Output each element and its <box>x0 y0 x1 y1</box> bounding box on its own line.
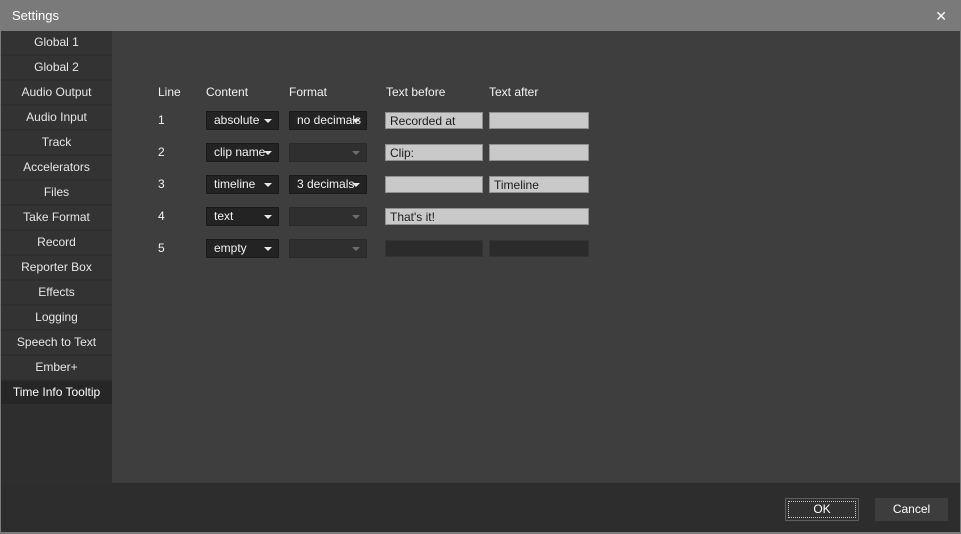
settings-dialog: Settings ✕ Global 1 Global 2 Audio Outpu… <box>0 0 961 534</box>
sidebar-item-effects[interactable]: Effects <box>1 281 112 304</box>
ok-button[interactable]: OK <box>785 498 859 521</box>
text-before-input-wide[interactable] <box>385 208 589 225</box>
format-dropdown-value: 3 decimals <box>297 177 354 191</box>
text-before-input[interactable] <box>385 144 483 161</box>
content-dropdown[interactable]: text <box>206 207 279 226</box>
chevron-down-icon <box>352 119 360 123</box>
text-after-input-disabled <box>489 240 589 257</box>
dialog-footer: OK Cancel <box>1 483 960 532</box>
table-row: 4 text <box>112 207 960 229</box>
content-dropdown-value: clip name <box>214 145 265 159</box>
format-dropdown-disabled <box>289 207 367 226</box>
sidebar-item-track[interactable]: Track <box>1 131 112 154</box>
title-bar: Settings ✕ <box>1 0 960 31</box>
chevron-down-icon <box>264 215 272 219</box>
sidebar-item-ember[interactable]: Ember+ <box>1 356 112 379</box>
sidebar-item-accelerators[interactable]: Accelerators <box>1 156 112 179</box>
sidebar-item-record[interactable]: Record <box>1 231 112 254</box>
content-dropdown[interactable]: absolute <box>206 111 279 130</box>
format-dropdown[interactable]: no decimals <box>289 111 367 130</box>
sidebar-item-take-format[interactable]: Take Format <box>1 206 112 229</box>
line-number: 3 <box>158 177 165 191</box>
window-title: Settings <box>12 8 59 23</box>
chevron-down-icon <box>264 183 272 187</box>
sidebar-item-time-info-tooltip[interactable]: Time Info Tooltip <box>1 381 112 404</box>
sidebar-item-files[interactable]: Files <box>1 181 112 204</box>
text-before-input[interactable] <box>385 176 483 193</box>
table-row: 1 absolute no decimals <box>112 111 960 133</box>
close-icon[interactable]: ✕ <box>935 9 947 23</box>
content-dropdown[interactable]: timeline <box>206 175 279 194</box>
format-dropdown[interactable]: 3 decimals <box>289 175 367 194</box>
line-number: 1 <box>158 113 165 127</box>
column-header-text-before: Text before <box>386 85 445 99</box>
text-after-input[interactable] <box>489 176 589 193</box>
content-dropdown-value: timeline <box>214 177 255 191</box>
column-header-format: Format <box>289 85 327 99</box>
chevron-down-icon <box>352 183 360 187</box>
chevron-down-icon <box>264 247 272 251</box>
text-before-input-disabled <box>385 240 483 257</box>
sidebar-item-speech-to-text[interactable]: Speech to Text <box>1 331 112 354</box>
chevron-down-icon <box>264 119 272 123</box>
format-dropdown-disabled <box>289 143 367 162</box>
content-dropdown-value: absolute <box>214 113 259 127</box>
column-header-text-after: Text after <box>489 85 538 99</box>
chevron-down-icon <box>352 215 360 219</box>
text-after-input[interactable] <box>489 112 589 129</box>
sidebar-item-global-2[interactable]: Global 2 <box>1 56 112 79</box>
text-after-input[interactable] <box>489 144 589 161</box>
content-dropdown[interactable]: clip name <box>206 143 279 162</box>
column-header-content: Content <box>206 85 248 99</box>
chevron-down-icon <box>264 151 272 155</box>
column-header-line: Line <box>158 85 181 99</box>
sidebar-item-logging[interactable]: Logging <box>1 306 112 329</box>
text-before-input[interactable] <box>385 112 483 129</box>
chevron-down-icon <box>352 151 360 155</box>
line-number: 4 <box>158 209 165 223</box>
cancel-button[interactable]: Cancel <box>875 498 948 521</box>
line-number: 2 <box>158 145 165 159</box>
sidebar-item-audio-input[interactable]: Audio Input <box>1 106 112 129</box>
content-dropdown[interactable]: empty <box>206 239 279 258</box>
settings-sidebar: Global 1 Global 2 Audio Output Audio Inp… <box>1 31 112 406</box>
sidebar-item-reporter-box[interactable]: Reporter Box <box>1 256 112 279</box>
sidebar-item-global-1[interactable]: Global 1 <box>1 31 112 54</box>
sidebar-item-audio-output[interactable]: Audio Output <box>1 81 112 104</box>
time-info-tooltip-panel: Line Content Format Text before Text aft… <box>112 31 960 483</box>
line-number: 5 <box>158 241 165 255</box>
table-row: 2 clip name <box>112 143 960 165</box>
table-row: 5 empty <box>112 239 960 261</box>
table-row: 3 timeline 3 decimals <box>112 175 960 197</box>
content-dropdown-value: text <box>214 209 233 223</box>
content-dropdown-value: empty <box>214 241 247 255</box>
format-dropdown-disabled <box>289 239 367 258</box>
chevron-down-icon <box>352 247 360 251</box>
